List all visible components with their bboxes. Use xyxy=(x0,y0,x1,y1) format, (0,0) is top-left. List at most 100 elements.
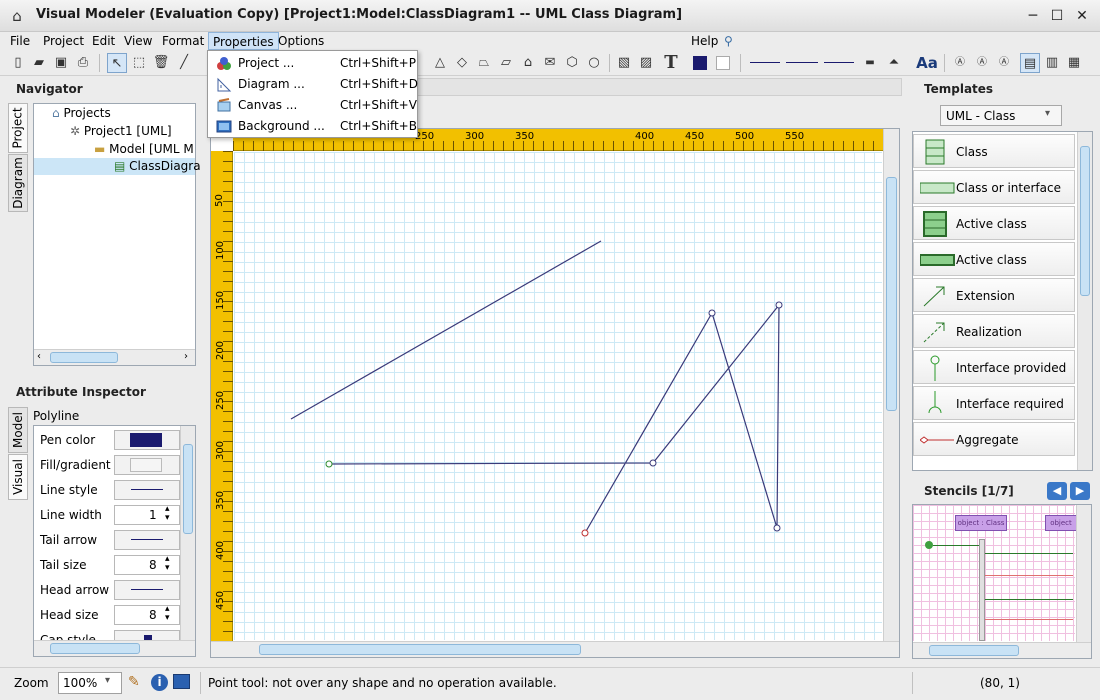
stencil-vertical-scrollbar[interactable] xyxy=(1076,505,1091,643)
template-interface-provided[interactable]: Interface provided xyxy=(913,350,1075,384)
scroll-thumb[interactable] xyxy=(183,444,193,534)
tree-item-projects[interactable]: ⌂ Projects xyxy=(52,105,111,122)
scroll-right-icon[interactable]: › xyxy=(184,351,188,362)
scroll-thumb[interactable] xyxy=(886,177,897,411)
tree-item-project1[interactable]: ✲ Project1 [UML] xyxy=(70,123,172,140)
menu-format[interactable]: Format xyxy=(158,32,208,50)
font-tool-icon[interactable]: Aa xyxy=(914,53,940,73)
tab-model[interactable]: Model xyxy=(8,407,28,453)
image-tool-icon[interactable]: ▧ xyxy=(614,53,634,73)
polyline-end-handle[interactable] xyxy=(581,529,589,537)
scroll-thumb[interactable] xyxy=(50,352,118,363)
diagram-canvas[interactable] xyxy=(234,152,882,640)
marquee-select-icon[interactable]: ⬚ xyxy=(129,53,149,73)
inspector-vertical-scrollbar[interactable] xyxy=(180,426,195,640)
menu-options[interactable]: Options xyxy=(274,32,328,50)
envelope-shape-tool-icon[interactable]: ✉ xyxy=(540,53,560,73)
tail-arrow-picker[interactable] xyxy=(114,530,180,550)
line-tool-icon[interactable]: ╱ xyxy=(174,53,194,73)
edit-pencil-icon[interactable]: ✎ xyxy=(128,674,140,690)
text-style-a2-icon[interactable]: Ⓐ xyxy=(972,53,992,73)
menu-edit[interactable]: Edit xyxy=(88,32,119,50)
line-shape[interactable] xyxy=(290,240,602,420)
menu-help[interactable]: Help xyxy=(687,32,722,50)
next-stencil-button[interactable]: ▶ xyxy=(1070,482,1090,500)
close-button[interactable]: ✕ xyxy=(1070,6,1094,26)
new-file-icon[interactable]: ▯ xyxy=(8,53,28,73)
template-category-select[interactable]: UML - Class ▾ xyxy=(940,105,1062,126)
text-style-a3-icon[interactable]: Ⓐ xyxy=(994,53,1014,73)
template-active-class-2[interactable]: Active class xyxy=(913,242,1075,276)
template-active-class[interactable]: Active class xyxy=(913,206,1075,240)
align-right-icon[interactable]: ▦ xyxy=(1064,53,1084,73)
pointer-tool-icon[interactable]: ↖ xyxy=(107,53,127,73)
polyline-vertex-handle[interactable] xyxy=(773,524,781,532)
scroll-thumb[interactable] xyxy=(1080,146,1090,296)
triangle-tool-icon[interactable]: △ xyxy=(430,53,450,73)
delete-icon[interactable]: 🗑 xyxy=(151,53,171,73)
stencil-preview[interactable]: object : Class object xyxy=(912,504,1092,659)
diamond-tool-icon[interactable]: ◇ xyxy=(452,53,472,73)
zoom-select[interactable]: 100% ▾ xyxy=(58,672,122,694)
text-style-a1-icon[interactable]: Ⓐ xyxy=(950,53,970,73)
menu-project[interactable]: Project xyxy=(39,32,88,50)
line-style-end-icon[interactable] xyxy=(824,62,854,63)
tree-item-classdiagram[interactable]: ▤ ClassDiagra xyxy=(34,158,201,175)
edit-image-icon[interactable]: ▨ xyxy=(636,53,656,73)
menu-item-diagram-properties[interactable]: Diagram ... Ctrl+Shift+D xyxy=(210,74,418,95)
tab-visual[interactable]: Visual xyxy=(8,454,28,500)
menu-item-background-properties[interactable]: Background ... Ctrl+Shift+B xyxy=(210,116,417,137)
pen-color-swatch[interactable] xyxy=(690,53,710,73)
tab-diagram[interactable]: Diagram xyxy=(8,154,28,212)
tree-item-model[interactable]: ▬ Model [UML M xyxy=(94,141,194,158)
template-interface-required[interactable]: Interface required xyxy=(913,386,1075,420)
polyline-shape[interactable] xyxy=(328,303,780,534)
text-tool-icon[interactable]: T xyxy=(661,53,681,73)
canvas-vertical-scrollbar[interactable] xyxy=(883,129,899,641)
scroll-thumb[interactable] xyxy=(929,645,1019,656)
template-realization[interactable]: Realization xyxy=(913,314,1075,348)
inspector-horizontal-scrollbar[interactable] xyxy=(34,640,195,656)
minimize-button[interactable]: ─ xyxy=(1021,6,1045,26)
head-arrow-picker[interactable] xyxy=(114,580,180,600)
info-icon[interactable]: i xyxy=(151,674,168,691)
fill-gradient-picker[interactable] xyxy=(114,455,180,475)
parallelogram-tool-icon[interactable]: ▱ xyxy=(496,53,516,73)
head-size-stepper[interactable]: 8 ▴ ▾ xyxy=(114,605,180,625)
menu-view[interactable]: View xyxy=(120,32,156,50)
house-shape-tool-icon[interactable]: ⌂ xyxy=(518,53,538,73)
align-left-icon[interactable]: ▤ xyxy=(1020,53,1040,73)
save-icon[interactable]: ▣ xyxy=(51,53,71,73)
maximize-button[interactable]: ☐ xyxy=(1045,6,1069,26)
template-extension[interactable]: Extension xyxy=(913,278,1075,312)
bring-front-icon[interactable]: ⏶ xyxy=(884,53,904,73)
menu-item-project-properties[interactable]: Project ... Ctrl+Shift+P xyxy=(210,53,416,74)
line-width-icon[interactable]: ▬ xyxy=(860,53,880,73)
template-class-or-interface[interactable]: Class or interface xyxy=(913,170,1075,204)
trapezoid-tool-icon[interactable]: ⏢ xyxy=(474,53,494,73)
canvas-horizontal-scrollbar[interactable] xyxy=(211,641,899,657)
window-icon[interactable] xyxy=(173,674,190,689)
line-style-arrow-icon[interactable] xyxy=(786,62,818,63)
fill-color-swatch[interactable] xyxy=(713,53,733,73)
menu-item-canvas-properties[interactable]: Canvas ... Ctrl+Shift+V xyxy=(210,95,417,116)
menu-properties[interactable]: Properties xyxy=(208,32,279,50)
polyline-vertex-handle[interactable] xyxy=(649,459,657,467)
menu-file[interactable]: File xyxy=(6,32,34,50)
line-width-stepper[interactable]: 1 ▴ ▾ xyxy=(114,505,180,525)
scroll-thumb[interactable] xyxy=(50,643,140,654)
scroll-left-icon[interactable]: ‹ xyxy=(37,351,41,362)
polyline-vertex-handle[interactable] xyxy=(775,301,783,309)
hexagon-tool-icon[interactable]: ⬡ xyxy=(562,53,582,73)
help-search-icon[interactable]: ⚲ xyxy=(724,34,733,48)
tab-project[interactable]: Project xyxy=(8,103,28,153)
stencil-horizontal-scrollbar[interactable] xyxy=(913,642,1091,658)
polyline-vertex-handle[interactable] xyxy=(708,309,716,317)
polyline-start-handle[interactable] xyxy=(325,460,333,468)
pen-color-picker[interactable] xyxy=(114,430,180,450)
tail-size-stepper[interactable]: 8 ▴ ▾ xyxy=(114,555,180,575)
ellipse-tool-icon[interactable]: ○ xyxy=(584,53,604,73)
previous-stencil-button[interactable]: ◀ xyxy=(1047,482,1067,500)
line-style-picker[interactable] xyxy=(114,480,180,500)
template-aggregate[interactable]: Aggregate xyxy=(913,422,1075,456)
